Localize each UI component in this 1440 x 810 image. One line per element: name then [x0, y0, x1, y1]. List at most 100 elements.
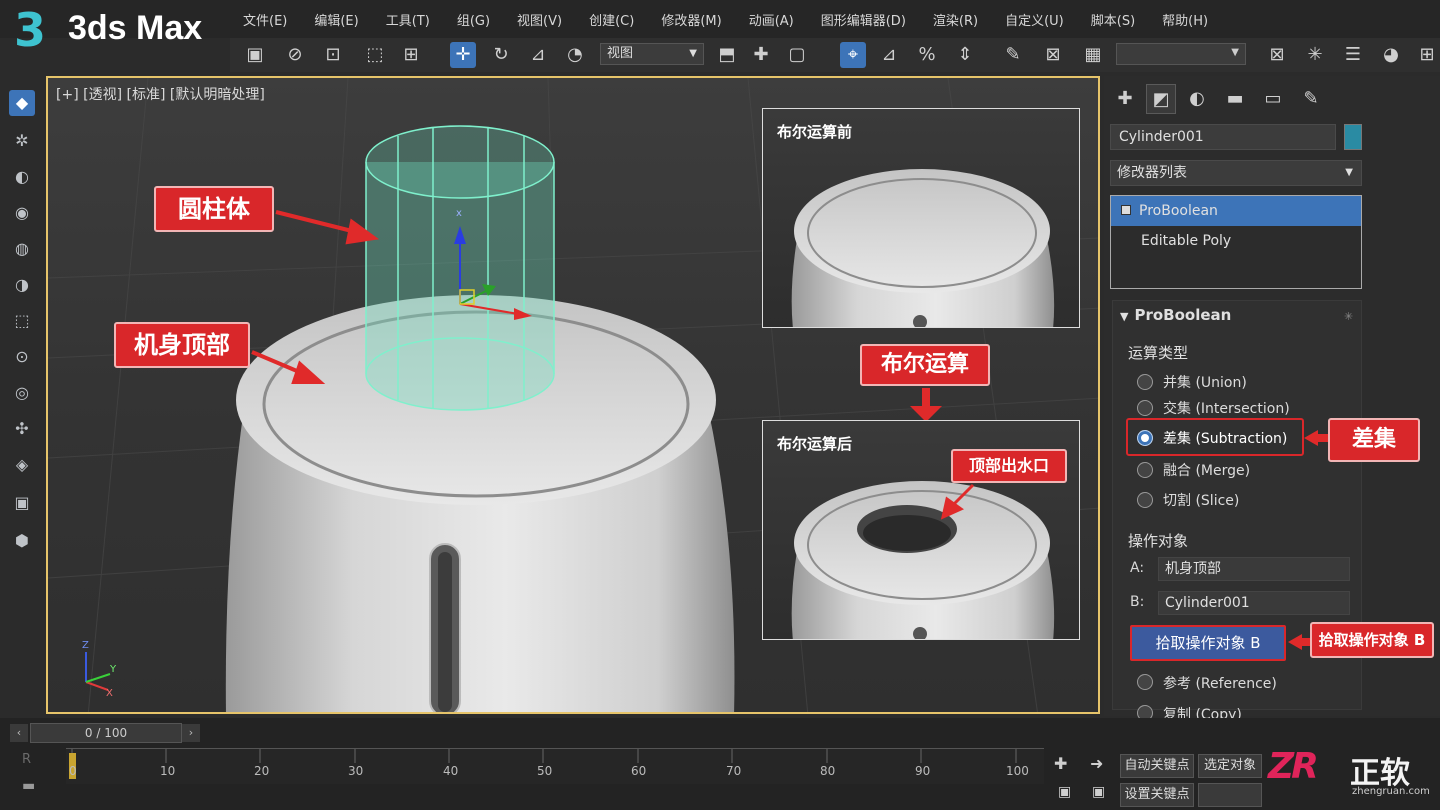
- stack-item-editable-poly[interactable]: Editable Poly: [1111, 226, 1361, 256]
- next-frame-icon[interactable]: ›: [182, 724, 200, 742]
- spinner-snap-icon[interactable]: ⇕: [952, 42, 978, 68]
- menu-scripting[interactable]: 脚本(S): [1088, 8, 1145, 31]
- label-subtraction: 差集 (Subtraction): [1163, 431, 1288, 447]
- scale-icon[interactable]: ⊿: [525, 42, 551, 68]
- prev-frame-icon[interactable]: ‹: [10, 724, 28, 742]
- radio-slice[interactable]: [1137, 492, 1153, 508]
- angle-snap-icon[interactable]: ⊿: [876, 42, 902, 68]
- maximize-viewport-icon[interactable]: ◈: [9, 452, 35, 478]
- key-filters-field[interactable]: [1198, 783, 1262, 807]
- go-to-frame-icon[interactable]: ➜: [1090, 754, 1103, 773]
- add-time-tag-icon[interactable]: ✚: [1054, 754, 1067, 773]
- modify-tab-icon[interactable]: ◩: [1146, 84, 1176, 114]
- undo-icon[interactable]: ▣: [242, 42, 268, 68]
- reference-coordinate-dropdown[interactable]: 视图 ▼: [600, 43, 704, 65]
- radio-merge[interactable]: [1137, 462, 1153, 478]
- menu-bar: 文件(E) 编辑(E) 工具(T) 组(G) 视图(V) 创建(C) 修改器(M…: [240, 8, 1218, 31]
- arc-rotate-icon[interactable]: ✣: [9, 416, 35, 442]
- orbit-icon[interactable]: ◑: [9, 272, 35, 298]
- field-of-view-icon[interactable]: ⊙: [9, 344, 35, 370]
- region-select-icon[interactable]: ⬚: [9, 308, 35, 334]
- window-crossing-icon[interactable]: ⊞: [398, 42, 424, 68]
- snap-toggle-icon[interactable]: ⌖: [840, 42, 866, 68]
- key-filter-icon[interactable]: R: [22, 752, 31, 767]
- stack-item-proboolean[interactable]: ProBoolean: [1111, 196, 1361, 226]
- set-key-button[interactable]: 设置关键点: [1120, 783, 1194, 807]
- keyboard-shortcut-icon[interactable]: ▢: [784, 42, 810, 68]
- callout-outlet: 顶部出水口: [951, 449, 1067, 483]
- menu-help[interactable]: 帮助(H): [1159, 8, 1218, 31]
- mirror-icon[interactable]: ⊠: [1040, 42, 1066, 68]
- placement-icon[interactable]: ◔: [562, 42, 588, 68]
- select-manipulate-icon[interactable]: ✚: [748, 42, 774, 68]
- operand-b-field[interactable]: Cylinder001: [1158, 591, 1350, 615]
- select-region-icon[interactable]: ⬚: [362, 42, 388, 68]
- display-tab-icon[interactable]: ▭: [1258, 84, 1288, 114]
- pan-icon[interactable]: ◍: [9, 236, 35, 262]
- isolate-icon[interactable]: ◐: [9, 164, 35, 190]
- time-slider[interactable]: 0 / 100: [30, 723, 182, 743]
- menu-view[interactable]: 视图(V): [514, 8, 572, 31]
- rotate-icon[interactable]: ↻: [488, 42, 514, 68]
- callout-boolean: 布尔运算: [860, 344, 990, 386]
- perspective-viewport[interactable]: [+] [透视] [标准] [默认明暗处理] Z X Y x 圆柱体 机身顶部 …: [46, 76, 1100, 714]
- create-tab-icon[interactable]: ✚: [1110, 84, 1140, 114]
- radio-union[interactable]: [1137, 374, 1153, 390]
- timeline-ticks: [69, 749, 1017, 779]
- menu-tools[interactable]: 工具(T): [383, 8, 440, 31]
- toggle-scene-explorer-icon[interactable]: ⊠: [1264, 42, 1290, 68]
- auto-key-button[interactable]: 自动关键点: [1120, 754, 1194, 778]
- menu-graph-editors[interactable]: 图形编辑器(D): [818, 8, 916, 31]
- object-color-swatch[interactable]: [1344, 124, 1362, 150]
- modifier-stack: ProBoolean Editable Poly: [1110, 195, 1362, 289]
- menu-customize[interactable]: 自定义(U): [1002, 8, 1074, 31]
- menu-rendering[interactable]: 渲染(R): [930, 8, 988, 31]
- menu-group[interactable]: 组(G): [454, 8, 500, 31]
- curve-editor-icon[interactable]: ◕: [1378, 42, 1404, 68]
- layer-explorer-icon[interactable]: ✳: [1302, 42, 1328, 68]
- tick-20: 20: [254, 764, 270, 778]
- key-mode-icon[interactable]: ▣: [1058, 784, 1071, 800]
- percent-snap-icon[interactable]: %: [914, 42, 940, 68]
- move-icon[interactable]: ✛: [450, 42, 476, 68]
- ribbon-icon[interactable]: ☰: [1340, 42, 1366, 68]
- hierarchy-tab-icon[interactable]: ◐: [1182, 84, 1212, 114]
- select-object-icon[interactable]: ◆: [9, 90, 35, 116]
- filters-icon[interactable]: ▣: [1092, 784, 1105, 800]
- maxscript-icon[interactable]: ▬: [22, 778, 35, 794]
- modifier-list-dropdown[interactable]: 修改器列表 ▼: [1110, 160, 1362, 186]
- radio-subtraction[interactable]: [1137, 430, 1153, 446]
- motion-tab-icon[interactable]: ▬: [1220, 84, 1250, 114]
- object-name-field[interactable]: Cylinder001: [1110, 124, 1336, 150]
- timeline-track[interactable]: [66, 748, 1044, 784]
- selected-object-dropdown[interactable]: 选定对象: [1198, 754, 1262, 778]
- modifier-toggle-icon[interactable]: [1121, 205, 1131, 215]
- operand-a-field[interactable]: 机身顶部: [1158, 557, 1350, 581]
- edit-named-sets-icon[interactable]: ✎: [1000, 42, 1026, 68]
- menu-modifiers[interactable]: 修改器(M): [658, 8, 731, 31]
- menu-animation[interactable]: 动画(A): [746, 8, 804, 31]
- menu-edit[interactable]: 编辑(E): [311, 8, 368, 31]
- link-icon[interactable]: ⊘: [282, 42, 308, 68]
- pin-icon[interactable]: ✳: [1344, 310, 1353, 323]
- align-icon[interactable]: ▦: [1080, 42, 1106, 68]
- walkthrough-icon[interactable]: ◎: [9, 380, 35, 406]
- radio-intersection[interactable]: [1137, 400, 1153, 416]
- tick-70: 70: [726, 764, 742, 778]
- create-icon[interactable]: ✲: [9, 128, 35, 154]
- bind-icon[interactable]: ⊡: [320, 42, 346, 68]
- rollout-header[interactable]: ▼ ProBoolean: [1120, 306, 1231, 324]
- pick-operand-b-button[interactable]: 拾取操作对象 B: [1130, 625, 1286, 661]
- label-intersection: 交集 (Intersection): [1163, 401, 1290, 417]
- schematic-view-icon[interactable]: ⊞: [1414, 42, 1440, 68]
- zoom-extents-icon[interactable]: ◉: [9, 200, 35, 226]
- named-selection-set-dropdown[interactable]: ▼: [1116, 43, 1246, 65]
- utilities-tab-icon[interactable]: ✎: [1296, 84, 1326, 114]
- cube-icon[interactable]: ⬢: [9, 528, 35, 554]
- menu-create[interactable]: 创建(C): [586, 8, 644, 31]
- radio-reference[interactable]: [1137, 674, 1153, 690]
- pivot-icon[interactable]: ⬒: [714, 42, 740, 68]
- menu-file[interactable]: 文件(E): [240, 8, 297, 31]
- tick-90: 90: [915, 764, 931, 778]
- render-icon[interactable]: ▣: [9, 490, 35, 516]
